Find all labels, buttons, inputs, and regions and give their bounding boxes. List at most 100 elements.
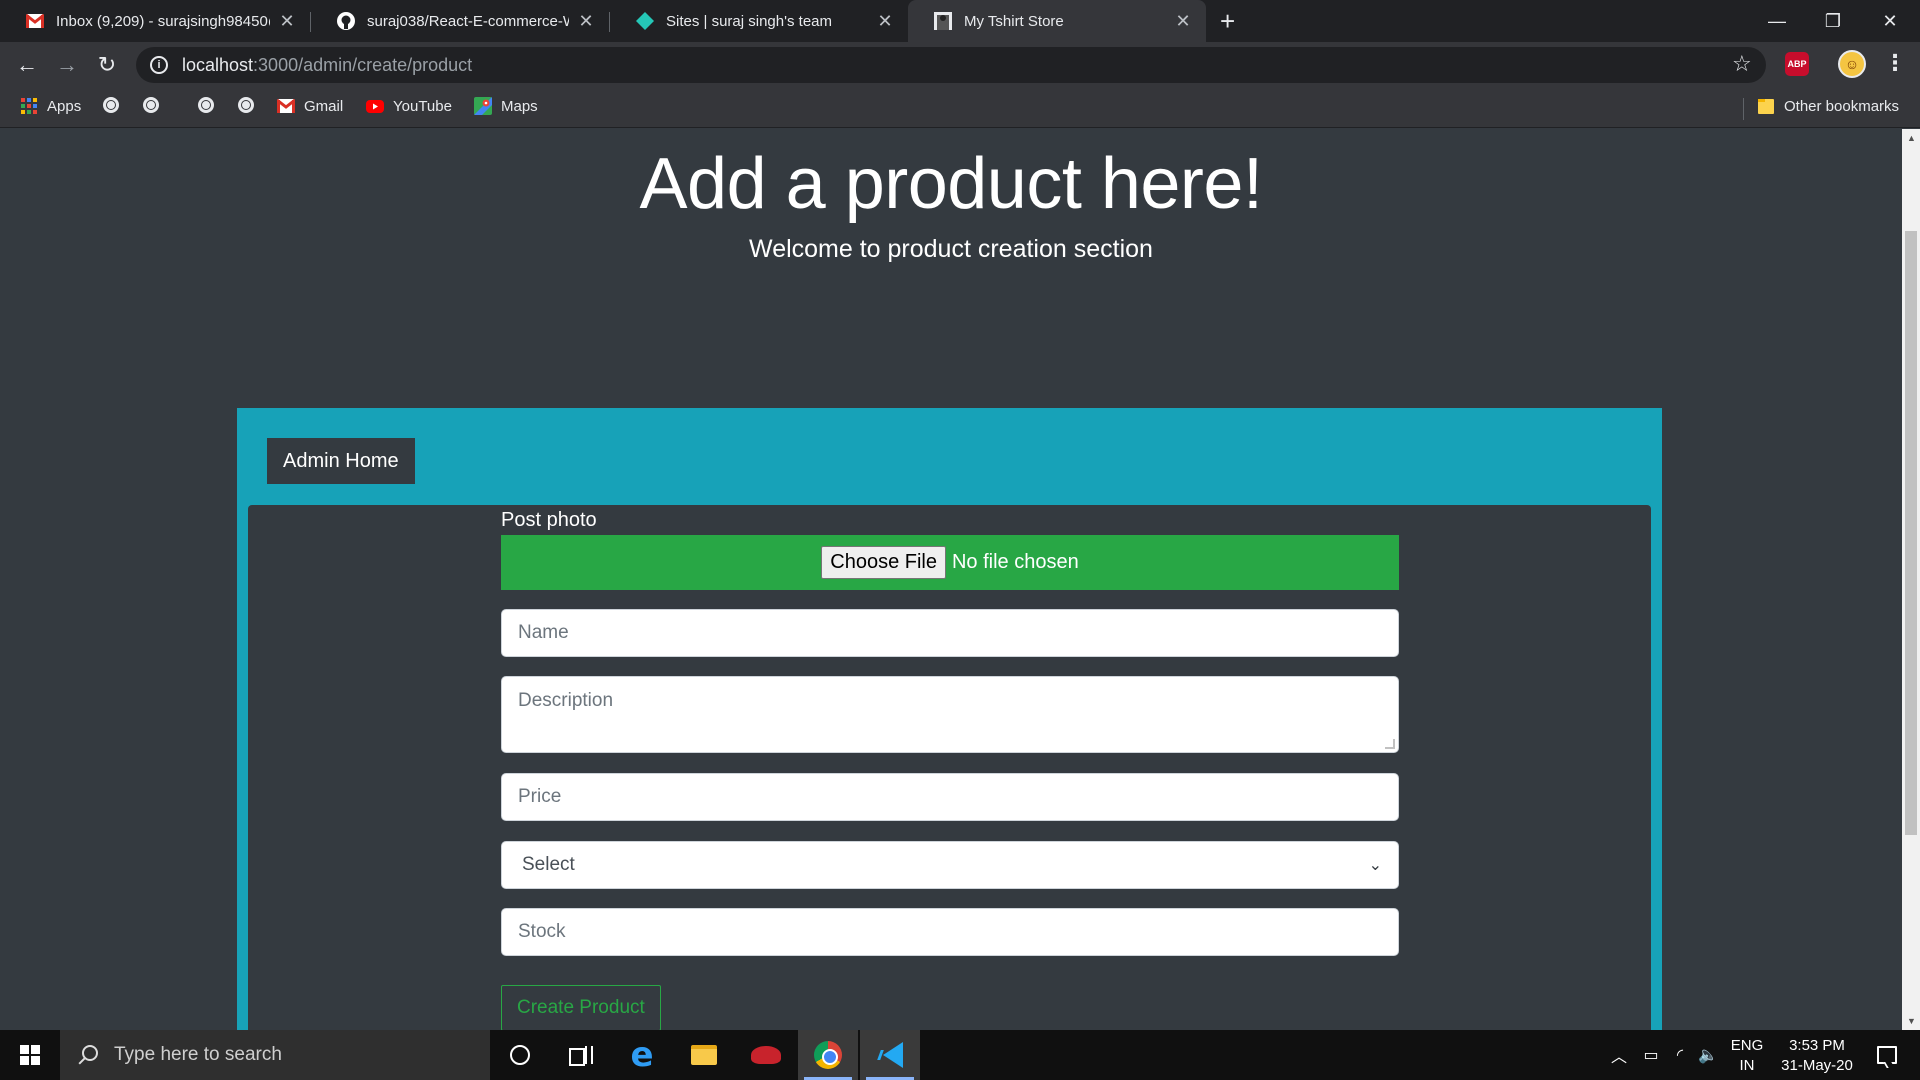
create-product-panel: Admin Home Post photo Choose File No fil… <box>237 408 1662 1030</box>
gmail-icon <box>26 12 44 30</box>
bookmark-apps[interactable]: Apps <box>20 97 81 115</box>
create-product-button[interactable]: Create Product <box>501 985 661 1030</box>
bookmark-other[interactable]: Other bookmarks <box>1757 97 1899 115</box>
close-icon[interactable]: ✕ <box>577 11 595 32</box>
taskbar-chrome[interactable] <box>798 1030 858 1080</box>
scrollbar-thumb[interactable] <box>1905 231 1917 835</box>
bookmark-globe-2[interactable] <box>143 97 159 113</box>
language-code: ENG <box>1730 1037 1764 1054</box>
category-select[interactable]: Select ⌄ <box>501 841 1399 889</box>
tab-title: My Tshirt Store <box>964 12 1064 30</box>
windows-taskbar: Type here to search e ︿ ▭ ◜ 🔈 ENG IN 3:5… <box>0 1030 1920 1080</box>
battery-icon[interactable]: ▭ <box>1636 1030 1666 1080</box>
close-icon[interactable]: ✕ <box>278 11 296 32</box>
bookmark-globe-4[interactable] <box>238 97 254 113</box>
bookmark-globe-1[interactable] <box>103 97 119 113</box>
start-button[interactable] <box>0 1030 60 1080</box>
github-icon <box>337 12 355 30</box>
price-input[interactable]: Price <box>501 773 1399 821</box>
close-window-icon[interactable]: ✕ <box>1862 0 1918 42</box>
region-code: IN <box>1739 1057 1755 1074</box>
bookmark-star-icon[interactable]: ☆ <box>1732 51 1752 77</box>
notification-icon <box>1877 1046 1897 1064</box>
taskbar-search[interactable]: Type here to search <box>60 1030 490 1080</box>
description-textarea[interactable]: Description <box>501 676 1399 753</box>
vscode-icon <box>877 1042 903 1068</box>
globe-icon <box>198 97 214 113</box>
photo-upload-area[interactable]: Choose File No file chosen <box>501 535 1399 590</box>
globe-icon <box>143 97 159 113</box>
url-host: localhost <box>182 54 254 75</box>
scroll-up-arrow-icon[interactable]: ▲ <box>1907 133 1916 143</box>
category-selected-value: Select <box>522 854 575 875</box>
address-bar[interactable]: i localhost:3000/admin/create/product <box>136 47 1766 83</box>
post-photo-label: Post photo <box>501 509 597 531</box>
cortana-button[interactable] <box>490 1030 550 1080</box>
bookmark-maps[interactable]: Maps <box>474 97 538 115</box>
product-form-container: Post photo Choose File No file chosen Na… <box>248 505 1651 1030</box>
minimize-icon[interactable]: — <box>1749 0 1805 42</box>
tray-overflow-chevron-icon[interactable]: ︿ <box>1606 1030 1632 1080</box>
page-title: Add a product here! <box>639 144 1263 224</box>
tab-title: Inbox (9,209) - surajsingh98450@ <box>56 12 270 30</box>
gmail-icon <box>277 97 295 115</box>
profile-avatar-icon[interactable]: ☺ <box>1838 50 1866 78</box>
name-input[interactable]: Name <box>501 609 1399 657</box>
search-icon <box>76 1044 98 1066</box>
netlify-icon <box>636 12 654 30</box>
scroll-down-arrow-icon[interactable]: ▼ <box>1907 1016 1916 1026</box>
globe-icon <box>238 97 254 113</box>
url-path: :3000/admin/create/product <box>253 54 473 75</box>
close-icon[interactable]: ✕ <box>876 11 894 32</box>
maps-icon <box>474 97 492 115</box>
tab-github[interactable]: suraj038/React-E-commerce-Wel ✕ <box>311 0 609 42</box>
admin-home-button[interactable]: Admin Home <box>267 438 415 484</box>
task-view-button[interactable] <box>550 1030 610 1080</box>
tab-netlify[interactable]: Sites | suraj singh's team ✕ <box>610 0 908 42</box>
reload-icon[interactable]: ↻ <box>92 50 122 80</box>
browser-toolbar: ← → ↻ i localhost:3000/admin/create/prod… <box>0 42 1920 88</box>
tab-strip: Inbox (9,209) - surajsingh98450@ ✕ suraj… <box>0 0 1920 42</box>
taskbar-edge[interactable]: e <box>612 1030 672 1080</box>
forward-arrow-icon[interactable]: → <box>52 50 82 80</box>
clock-time: 3:53 PM <box>1789 1037 1845 1054</box>
youtube-icon <box>366 97 384 115</box>
bookmark-label: Maps <box>501 97 538 115</box>
clock[interactable]: 3:53 PM 31-May-20 <box>1772 1036 1862 1076</box>
page-subtitle: Welcome to product creation section <box>749 235 1153 263</box>
tab-title: Sites | suraj singh's team <box>666 12 832 30</box>
language-indicator[interactable]: ENG IN <box>1724 1036 1770 1076</box>
volume-icon[interactable]: 🔈 <box>1694 1030 1722 1080</box>
edge-icon: e <box>630 1035 654 1075</box>
wifi-icon[interactable]: ◜ <box>1666 1030 1694 1080</box>
bookmark-globe-3[interactable] <box>198 97 214 113</box>
windows-logo-icon <box>20 1045 40 1065</box>
close-icon[interactable]: ✕ <box>1174 11 1192 32</box>
apps-grid-icon <box>20 97 38 115</box>
bookmark-youtube[interactable]: YouTube <box>366 97 452 115</box>
new-tab-button[interactable]: + <box>1220 6 1235 37</box>
back-arrow-icon[interactable]: ← <box>12 50 42 80</box>
tab-gmail[interactable]: Inbox (9,209) - surajsingh98450@ ✕ <box>0 0 310 42</box>
taskbar-game[interactable] <box>736 1030 796 1080</box>
taskbar-file-explorer[interactable] <box>674 1030 734 1080</box>
racing-game-icon <box>751 1046 781 1064</box>
kebab-menu-icon[interactable]: ⋮ <box>1884 50 1906 76</box>
tab-my-tshirt-store[interactable]: My Tshirt Store ✕ <box>908 0 1206 42</box>
bookmark-label: Other bookmarks <box>1784 97 1900 115</box>
restore-icon[interactable]: ❐ <box>1805 0 1861 42</box>
page-scrollbar[interactable]: ▲ ▼ <box>1902 129 1920 1030</box>
choose-file-button[interactable]: Choose File <box>821 546 946 579</box>
resize-handle-icon[interactable] <box>1385 739 1395 749</box>
bookmark-gmail[interactable]: Gmail <box>277 97 343 115</box>
stock-input[interactable]: Stock <box>501 908 1399 956</box>
bookmark-label: Gmail <box>304 97 344 115</box>
adblock-plus-icon[interactable]: ABP <box>1785 52 1809 76</box>
description-placeholder: Description <box>518 690 614 711</box>
taskbar-vscode[interactable] <box>860 1030 920 1080</box>
store-icon <box>934 12 952 30</box>
cortana-icon <box>510 1045 530 1065</box>
action-center-button[interactable] <box>1866 1030 1908 1080</box>
file-explorer-icon <box>691 1045 717 1065</box>
info-icon[interactable]: i <box>150 56 168 74</box>
